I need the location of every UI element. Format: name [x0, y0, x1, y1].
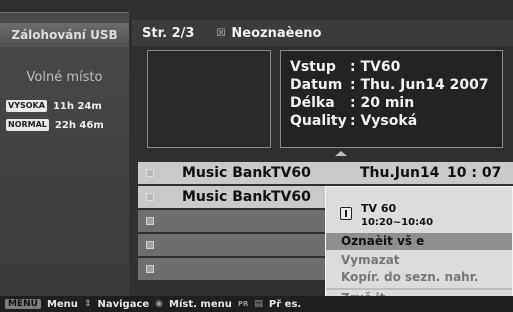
checkbox-icon[interactable] — [146, 217, 154, 225]
info-value: : Thu. Jun14 2007 — [350, 77, 489, 93]
checkbox-icon[interactable] — [146, 169, 154, 177]
popup-header: TV 60 10:20~10:40 — [326, 193, 512, 231]
quality-time-high: 11h 24m — [52, 100, 102, 112]
info-row-date: Datum : Thu. Jun14 2007 — [290, 76, 493, 94]
menu-item-delete[interactable]: Vymazat — [326, 252, 512, 269]
info-value: : TV60 — [350, 59, 401, 75]
menu-item-copy-to-list[interactable]: Kopír. do sezn. nahr. — [326, 269, 512, 286]
navigation-arrows-icon: ⇕ — [83, 299, 92, 309]
info-row-input: Vstup : TV60 — [290, 58, 493, 76]
page-switch-icon: ▤ — [254, 299, 263, 309]
quality-badge-high: VYSOKA — [6, 100, 47, 112]
bottom-help-bar: MENU Menu ⇕ Navigace ◉ Míst. menu PR ▤ P… — [0, 296, 513, 312]
local-menu-label: Míst. menu — [169, 298, 232, 310]
quality-badge-normal: NORMAL — [6, 119, 49, 131]
quality-time-normal: 22h 46m — [54, 119, 104, 131]
context-menu: TV 60 10:20~10:40 Oznaèit vš e Vymazat K… — [325, 186, 513, 305]
menu-key[interactable]: MENU — [5, 299, 41, 309]
usb-backup-panel: Zálohování USB Volné místo VYSOKA 11h 24… — [0, 12, 129, 296]
info-row-length: Délka : 20 min — [290, 94, 493, 112]
item-time: 10 : 07 — [447, 165, 502, 181]
ok-button-icon: ◉ — [155, 299, 164, 309]
navigation-label: Navigace — [97, 298, 150, 310]
pr-label: PR — [237, 300, 249, 308]
checkbox-icon[interactable] — [146, 265, 154, 273]
popup-time-range: 10:20~10:40 — [361, 217, 434, 228]
checkbox-icon: ☒ — [216, 27, 226, 39]
item-title: Music Bank — [182, 165, 272, 181]
checkbox-icon[interactable] — [146, 241, 154, 249]
unmarked-filter[interactable]: ☒ Neoznaèeno — [216, 26, 321, 41]
checkbox-icon[interactable] — [146, 193, 154, 201]
menu-label: Menu — [46, 298, 78, 310]
info-value: : Vysoká — [350, 113, 418, 129]
info-value: : 20 min — [350, 95, 415, 111]
free-space-label: Volné místo — [26, 70, 103, 85]
item-date: Thu.Jun14 — [360, 165, 440, 181]
item-channel: TV60 — [271, 189, 311, 205]
info-key: Datum — [290, 77, 343, 93]
info-key: Vstup — [290, 59, 336, 75]
page-indicator: Str. 2/3 — [142, 25, 195, 41]
menu-item-mark-all[interactable]: Oznaèit vš e — [326, 233, 512, 250]
quality-row-high: VYSOKA 11h 24m — [6, 99, 102, 113]
info-row-quality: Quality : Vysoká — [290, 112, 493, 130]
unmarked-label: Neoznaèeno — [231, 25, 322, 41]
screen: Zálohování USB Volné místo VYSOKA 11h 24… — [0, 0, 513, 312]
list-header: Str. 2/3 ☒ Neoznaèeno — [132, 20, 513, 46]
scroll-up-arrow-icon[interactable] — [335, 151, 347, 156]
recording-info: Vstup : TV60 Datum : Thu. Jun14 2007 Dél… — [280, 50, 503, 148]
info-key: Quality — [290, 113, 347, 129]
quality-row-normal: NORMAL 22h 46m — [6, 118, 104, 132]
page-switch-label: Př es. — [268, 298, 302, 310]
item-title: Music Bank — [182, 189, 272, 205]
usb-backup-title: Zálohování USB — [0, 23, 129, 47]
item-channel: TV60 — [271, 165, 311, 181]
video-preview — [147, 50, 271, 148]
list-item[interactable]: Music Bank TV60 Thu.Jun14 10 : 07 — [138, 162, 513, 184]
popup-channel: TV 60 — [361, 202, 397, 215]
recording-info-icon — [340, 207, 352, 220]
info-key: Délka — [290, 95, 335, 111]
